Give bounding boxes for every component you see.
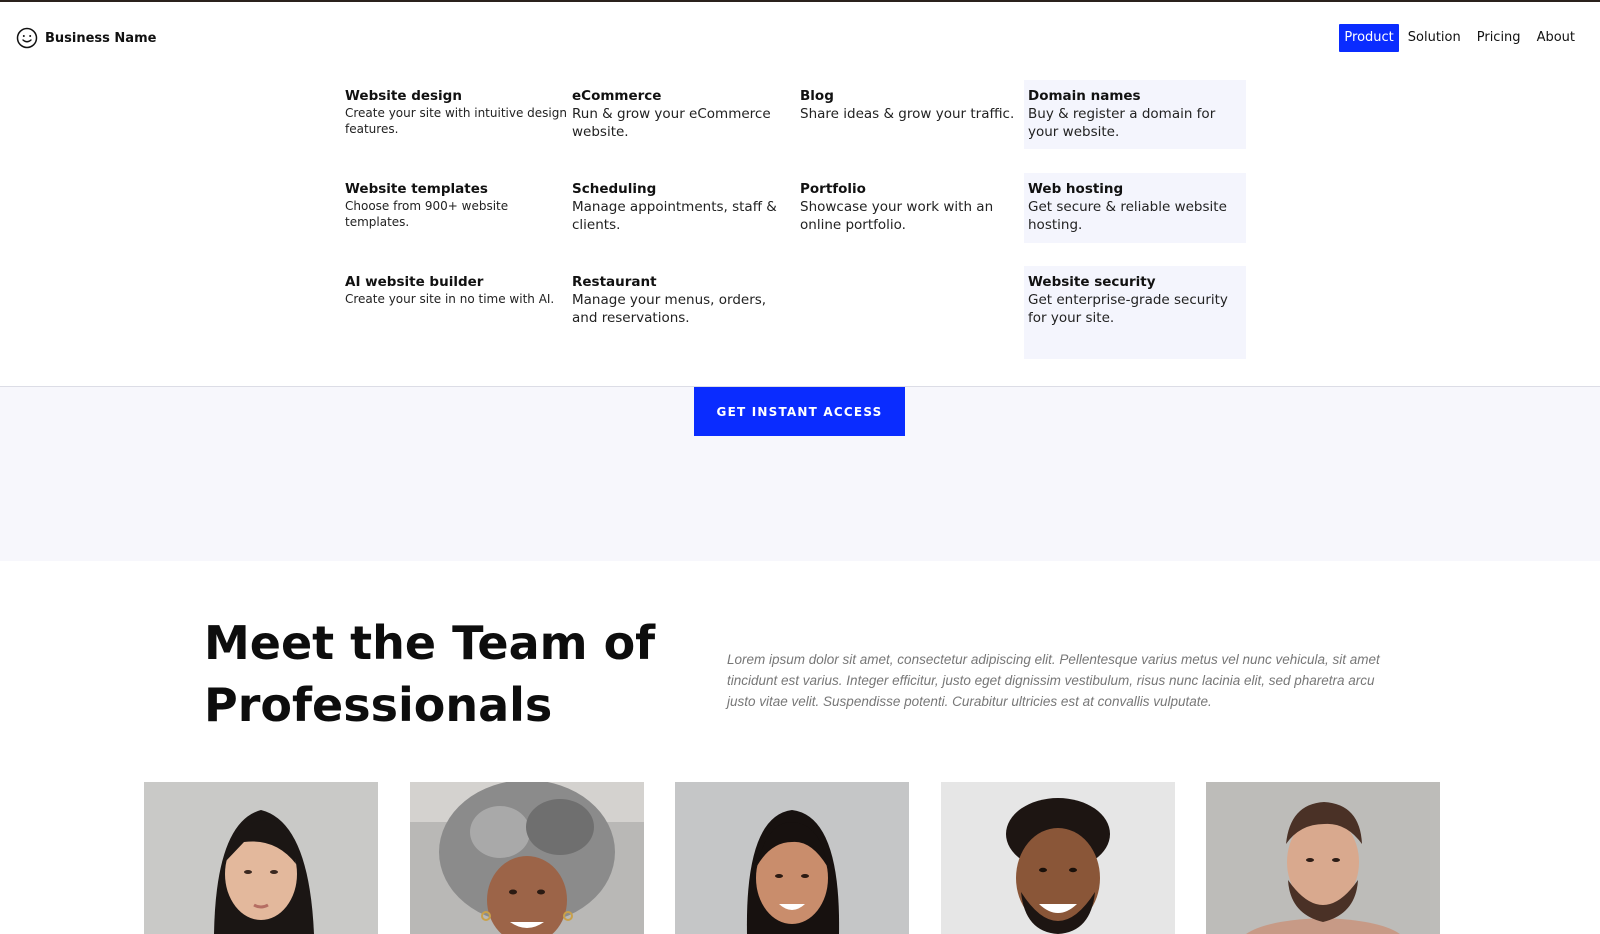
menu-item-desc: Get enterprise-grade security for your s… bbox=[1028, 292, 1228, 326]
nav-item-solution[interactable]: Solution bbox=[1401, 24, 1468, 52]
menu-item-ecommerce[interactable]: eCommerce Run & grow your eCommerce webs… bbox=[572, 88, 794, 141]
team-heading-line-2: Professionals bbox=[204, 678, 553, 732]
menu-item-title: eCommerce bbox=[572, 88, 662, 104]
team-heading: Meet the Team of Professionals bbox=[204, 612, 655, 736]
menu-item-desc: Manage your menus, orders, and reservati… bbox=[572, 292, 767, 326]
menu-item-desc: Run & grow your eCommerce website. bbox=[572, 106, 771, 140]
menu-item-scheduling[interactable]: Scheduling Manage appointments, staff & … bbox=[572, 181, 794, 234]
menu-item-website-design[interactable]: Website design Create your site with int… bbox=[345, 88, 567, 137]
team-member-1-photo[interactable] bbox=[144, 782, 378, 934]
menu-item-title: Domain names bbox=[1028, 88, 1141, 104]
menu-item-title: Portfolio bbox=[800, 181, 866, 197]
nav-item-pricing[interactable]: Pricing bbox=[1470, 24, 1528, 52]
menu-item-desc: Showcase your work with an online portfo… bbox=[800, 199, 994, 233]
team-heading-line-1: Meet the Team of bbox=[204, 616, 656, 670]
menu-item-desc: Get secure & reliable website hosting. bbox=[1028, 199, 1227, 233]
menu-item-desc: Create your site in no time with AI. bbox=[345, 292, 555, 306]
menu-item-ai-website-builder[interactable]: AI website builder Create your site in n… bbox=[345, 274, 567, 307]
menu-item-web-hosting[interactable]: Web hosting Get secure & reliable websit… bbox=[1024, 173, 1246, 243]
menu-item-desc: Manage appointments, staff & clients. bbox=[572, 199, 777, 233]
menu-item-desc: Share ideas & grow your traffic. bbox=[800, 106, 1015, 122]
menu-item-title: Website design bbox=[345, 88, 462, 104]
team-member-3-photo[interactable] bbox=[675, 782, 909, 934]
menu-item-title: Blog bbox=[800, 88, 834, 104]
smiley-icon bbox=[16, 27, 38, 49]
brand[interactable]: Business Name bbox=[16, 27, 156, 49]
menu-item-restaurant[interactable]: Restaurant Manage your menus, orders, an… bbox=[572, 274, 794, 327]
team-member-2-photo[interactable] bbox=[410, 782, 644, 934]
menu-item-title: Restaurant bbox=[572, 274, 657, 290]
nav-item-about[interactable]: About bbox=[1530, 24, 1582, 52]
menu-item-title: Scheduling bbox=[572, 181, 657, 197]
site-header: Business Name Product Solution Pricing A… bbox=[0, 2, 1600, 74]
main-nav: Product Solution Pricing About bbox=[1337, 24, 1582, 52]
menu-item-title: Website security bbox=[1028, 274, 1156, 290]
menu-item-title: AI website builder bbox=[345, 274, 484, 290]
product-mega-menu: Website design Create your site with int… bbox=[0, 74, 1600, 387]
menu-item-title: Web hosting bbox=[1028, 181, 1124, 197]
menu-item-website-templates[interactable]: Website templates Choose from 900+ websi… bbox=[345, 181, 567, 230]
menu-item-desc: Choose from 900+ website templates. bbox=[345, 199, 509, 229]
menu-item-portfolio[interactable]: Portfolio Showcase your work with an onl… bbox=[800, 181, 1022, 234]
menu-item-domain-names[interactable]: Domain names Buy & register a domain for… bbox=[1024, 80, 1246, 149]
menu-item-blog[interactable]: Blog Share ideas & grow your traffic. bbox=[800, 88, 1022, 123]
team-description: Lorem ipsum dolor sit amet, consectetur … bbox=[727, 652, 1380, 709]
team-member-4-photo[interactable] bbox=[941, 782, 1175, 934]
get-instant-access-button[interactable]: GET INSTANT ACCESS bbox=[694, 387, 905, 436]
menu-item-website-security[interactable]: Website security Get enterprise-grade se… bbox=[1024, 266, 1246, 359]
menu-item-desc: Create your site with intuitive design f… bbox=[345, 106, 567, 136]
brand-name: Business Name bbox=[45, 30, 157, 46]
team-member-5-photo[interactable] bbox=[1206, 782, 1440, 934]
menu-item-title: Website templates bbox=[345, 181, 488, 197]
menu-item-desc: Buy & register a domain for your website… bbox=[1028, 106, 1216, 140]
nav-item-product[interactable]: Product bbox=[1339, 24, 1399, 52]
